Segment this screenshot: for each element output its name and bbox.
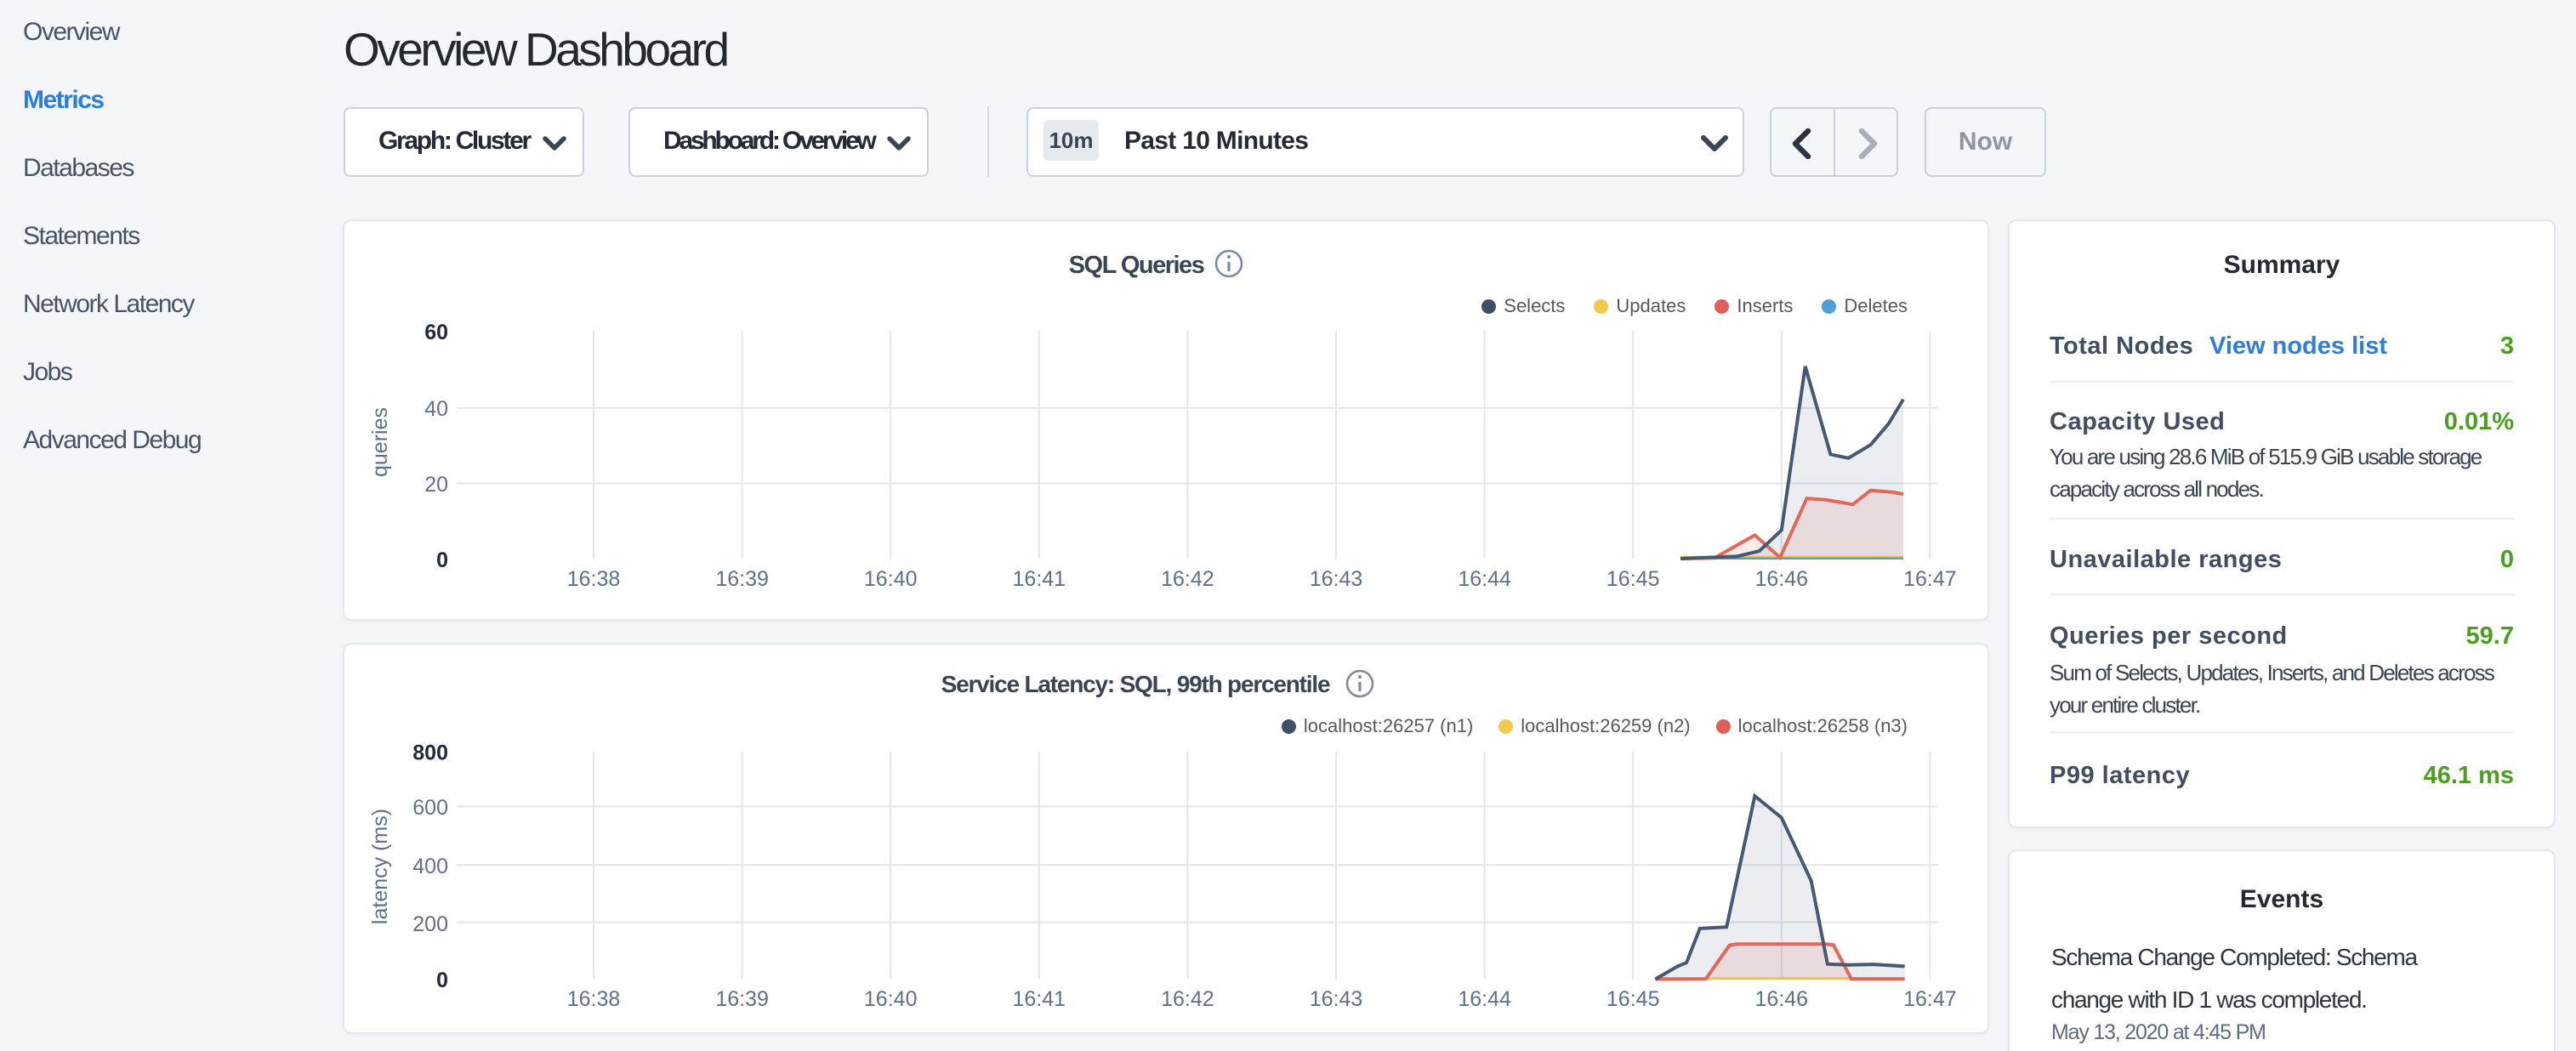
- svg-text:16:46: 16:46: [1755, 987, 1809, 1011]
- svg-text:Service Latency: SQL, 99th per: Service Latency: SQL, 99th percentile: [941, 671, 1330, 697]
- svg-text:16:40: 16:40: [864, 987, 918, 1011]
- svg-text:16:38: 16:38: [567, 987, 621, 1011]
- svg-text:16:42: 16:42: [1161, 567, 1214, 591]
- svg-text:200: 200: [412, 912, 448, 936]
- svg-text:16:44: 16:44: [1458, 987, 1511, 1011]
- svg-text:0: 0: [436, 969, 448, 992]
- svg-text:40: 40: [424, 397, 448, 421]
- svg-text:0: 0: [436, 548, 448, 572]
- svg-text:SQL Queries: SQL Queries: [1069, 252, 1204, 279]
- svg-text:400: 400: [412, 855, 448, 878]
- svg-text:16:46: 16:46: [1755, 567, 1809, 591]
- svg-text:16:47: 16:47: [1903, 987, 1957, 1011]
- svg-text:16:40: 16:40: [864, 567, 918, 591]
- svg-text:16:42: 16:42: [1161, 987, 1214, 1011]
- svg-text:600: 600: [412, 796, 448, 820]
- svg-text:latency (ms): latency (ms): [368, 809, 392, 924]
- svg-text:16:39: 16:39: [715, 567, 769, 591]
- svg-text:16:43: 16:43: [1310, 567, 1363, 591]
- svg-text:16:45: 16:45: [1606, 987, 1660, 1011]
- svg-text:20: 20: [424, 473, 448, 497]
- svg-text:16:38: 16:38: [567, 567, 621, 591]
- svg-text:16:41: 16:41: [1013, 987, 1066, 1011]
- svg-text:60: 60: [424, 321, 448, 344]
- svg-text:16:47: 16:47: [1903, 567, 1957, 591]
- svg-text:16:41: 16:41: [1013, 567, 1066, 591]
- svg-text:16:45: 16:45: [1606, 567, 1660, 591]
- svg-text:16:39: 16:39: [715, 987, 769, 1011]
- svg-text:16:44: 16:44: [1458, 567, 1511, 591]
- svg-text:800: 800: [412, 741, 448, 765]
- svg-text:16:43: 16:43: [1310, 987, 1363, 1011]
- svg-text:queries: queries: [368, 407, 392, 477]
